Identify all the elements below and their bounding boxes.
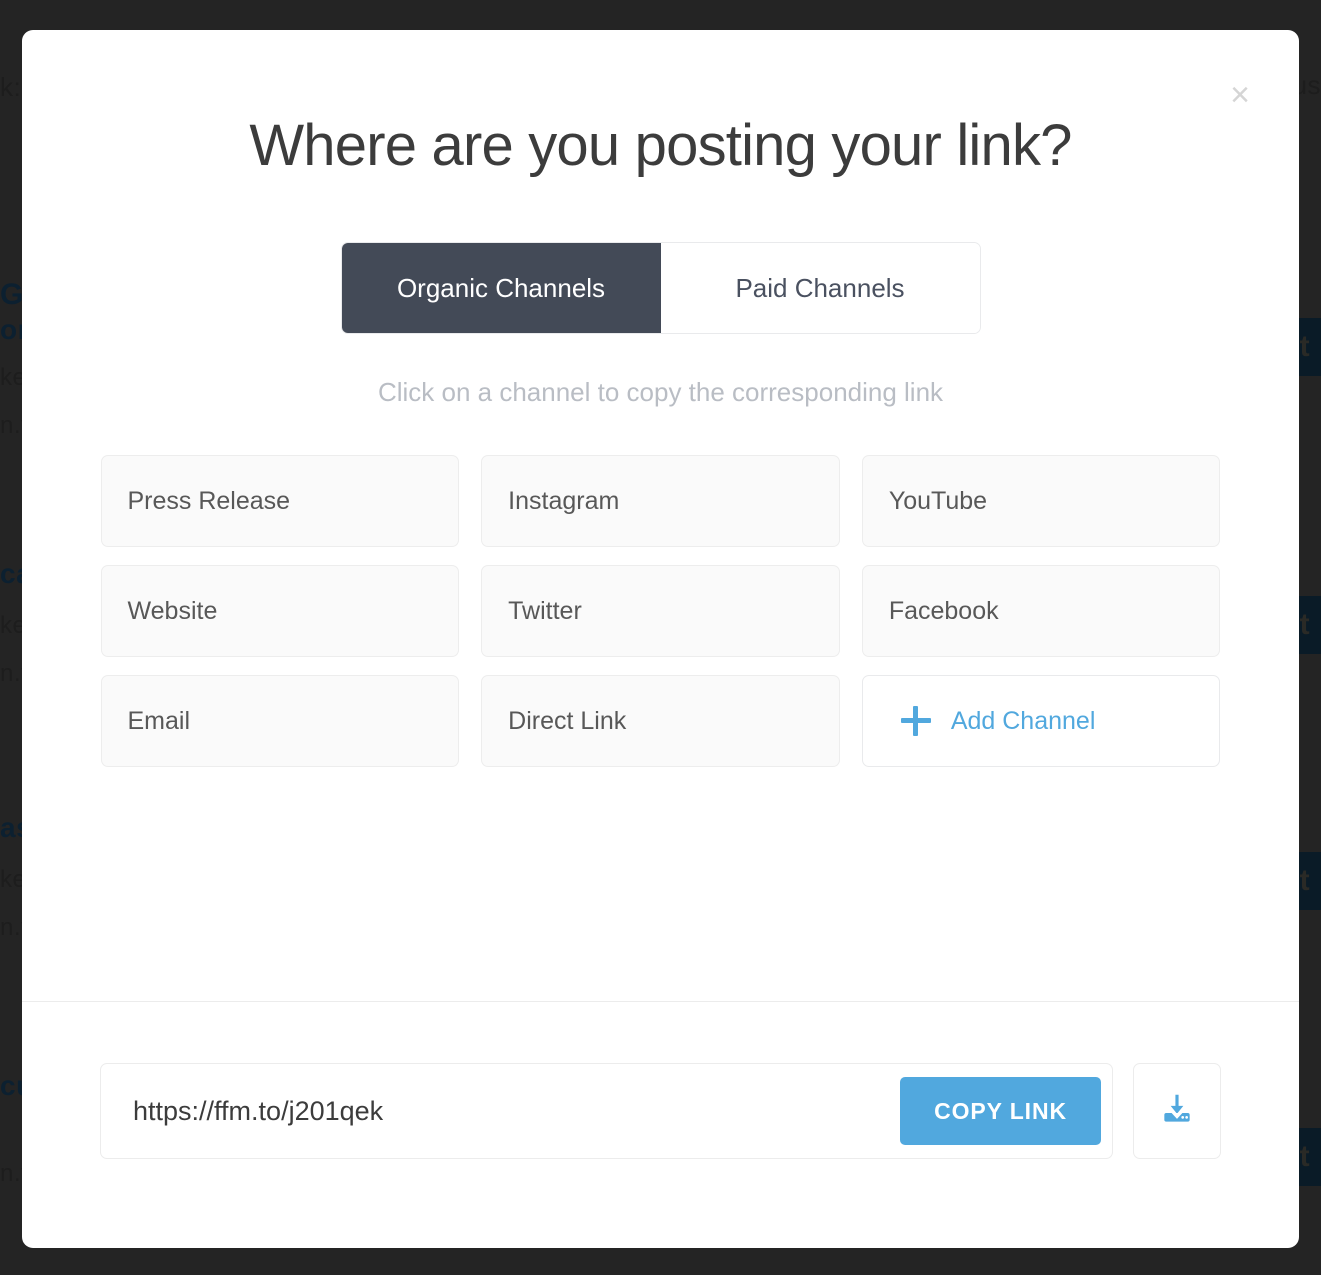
channel-tile-press-release[interactable]: Press Release <box>100 455 460 547</box>
channel-label: Twitter <box>508 596 582 625</box>
close-icon[interactable]: × <box>1221 76 1259 114</box>
add-channel-button[interactable]: Add Channel <box>861 675 1221 767</box>
tab-organic-channels[interactable]: Organic Channels <box>341 243 661 333</box>
link-footer: https://ffm.to/j201qek COPY LINK <box>22 1051 1299 1171</box>
channel-tile-website[interactable]: Website <box>100 565 460 657</box>
channel-tile-youtube[interactable]: YouTube <box>861 455 1221 547</box>
channel-label: Email <box>127 706 191 735</box>
channel-label: Direct Link <box>508 706 627 735</box>
background-text-fragment: k: <box>0 72 22 102</box>
channel-label: Press Release <box>127 486 291 515</box>
tab-paid-channels[interactable]: Paid Channels <box>660 243 980 333</box>
channel-tile-twitter[interactable]: Twitter <box>481 565 840 657</box>
instruction-text: Click on a channel to copy the correspon… <box>377 377 944 407</box>
channel-grid: Press Release Instagram YouTube Website Twit… <box>100 455 1221 767</box>
channel-tile-facebook[interactable]: Facebook <box>861 565 1221 657</box>
link-url-value[interactable]: https://ffm.to/j201qek <box>133 1096 383 1127</box>
share-link-modal: × Where are you posting your link? Organ… <box>22 30 1299 1248</box>
channel-label: Add Channel <box>950 706 1096 735</box>
channel-label: YouTube <box>888 486 988 515</box>
channel-label: Facebook <box>888 596 999 625</box>
link-input-group: https://ffm.to/j201qek COPY LINK <box>100 1063 1113 1159</box>
background-text-fragment: G <box>0 278 24 311</box>
footer-divider <box>22 1001 1299 1002</box>
channel-label: Instagram <box>508 486 620 515</box>
page-title: Where are you posting your link? <box>249 113 1072 178</box>
channel-label: Website <box>127 596 218 625</box>
channel-type-tabs: Organic Channels Paid Channels <box>340 242 981 334</box>
download-button[interactable] <box>1133 1063 1221 1159</box>
channel-tile-email[interactable]: Email <box>100 675 460 767</box>
download-icon <box>1158 1090 1196 1133</box>
plus-icon <box>900 706 931 736</box>
copy-link-button[interactable]: COPY LINK <box>900 1077 1101 1145</box>
channel-tile-direct-link[interactable]: Direct Link <box>481 675 840 767</box>
channel-tile-instagram[interactable]: Instagram <box>481 455 840 547</box>
